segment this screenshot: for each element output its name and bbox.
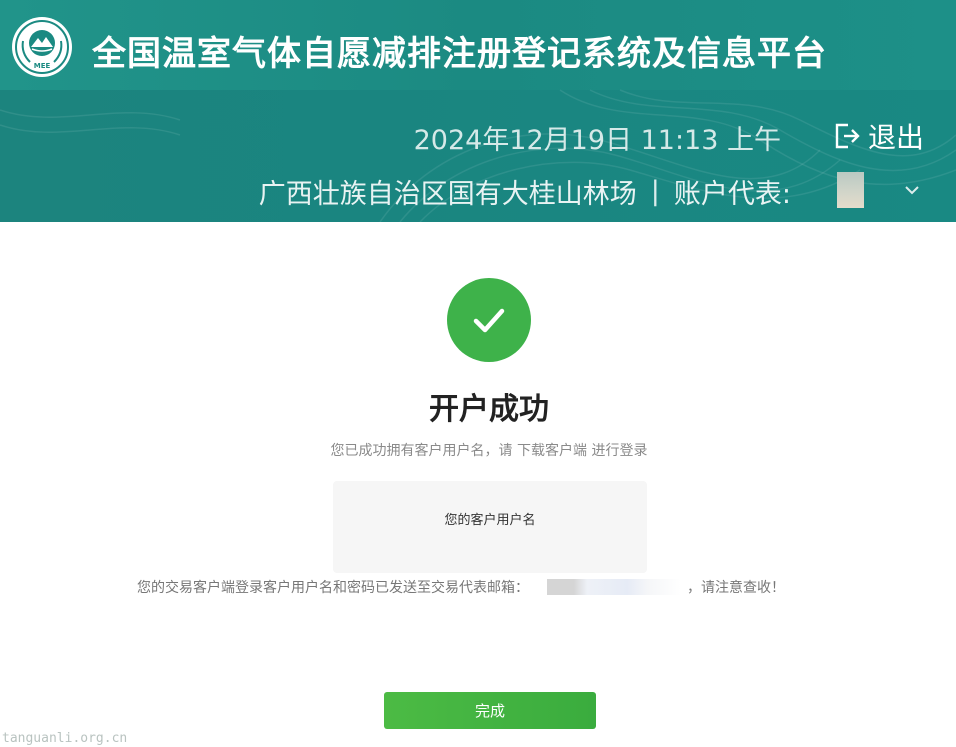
masked-email [547,579,681,595]
organization-name: 广西壮族自治区国有大桂山林场 [258,179,637,210]
success-subtitle: 您已成功拥有客户用户名，请 下载客户端 进行登录 [330,443,648,459]
done-button[interactable]: 完成 [384,692,596,729]
mee-logo: MEE [12,17,72,77]
mee-emblem-icon: MEE [15,20,69,74]
email-notice-prefix: 您的交易客户端登录客户用户名和密码已发送至交易代表邮箱： [137,580,529,596]
account-separator: | [650,176,660,207]
logout-label: 退出 [867,121,924,154]
svg-text:MEE: MEE [34,62,51,70]
current-datetime: 2024年12月19日 11:13 上午 [413,125,781,156]
account-info: 广西壮族自治区国有大桂山林场 | 账户代表: [259,172,791,211]
account-rep-label: 账户代表: [673,179,791,210]
logout-icon [835,123,860,149]
email-notice: 您的交易客户端登录客户用户名和密码已发送至交易代表邮箱： ，请注意查收！ [137,577,785,597]
chevron-down-icon[interactable] [900,178,924,202]
checkmark-icon [473,308,505,333]
logout-button[interactable]: 退出 [830,116,924,156]
email-notice-suffix: ，请注意查收！ [687,580,785,596]
app-header: MEE 全国温室气体自愿减排注册登记系统及信息平台 2024年12月19日 11… [0,0,956,222]
username-label: 您的客户用户名 [444,513,536,528]
app-title: 全国温室气体自愿减排注册登记系统及信息平台 [92,34,827,74]
account-rep-avatar [837,172,864,208]
site-watermark: tanguanli.org.cn [2,731,128,746]
username-box: 您的客户用户名 [333,481,647,573]
success-title: 开户成功 [429,392,549,427]
success-check-icon [447,278,531,362]
